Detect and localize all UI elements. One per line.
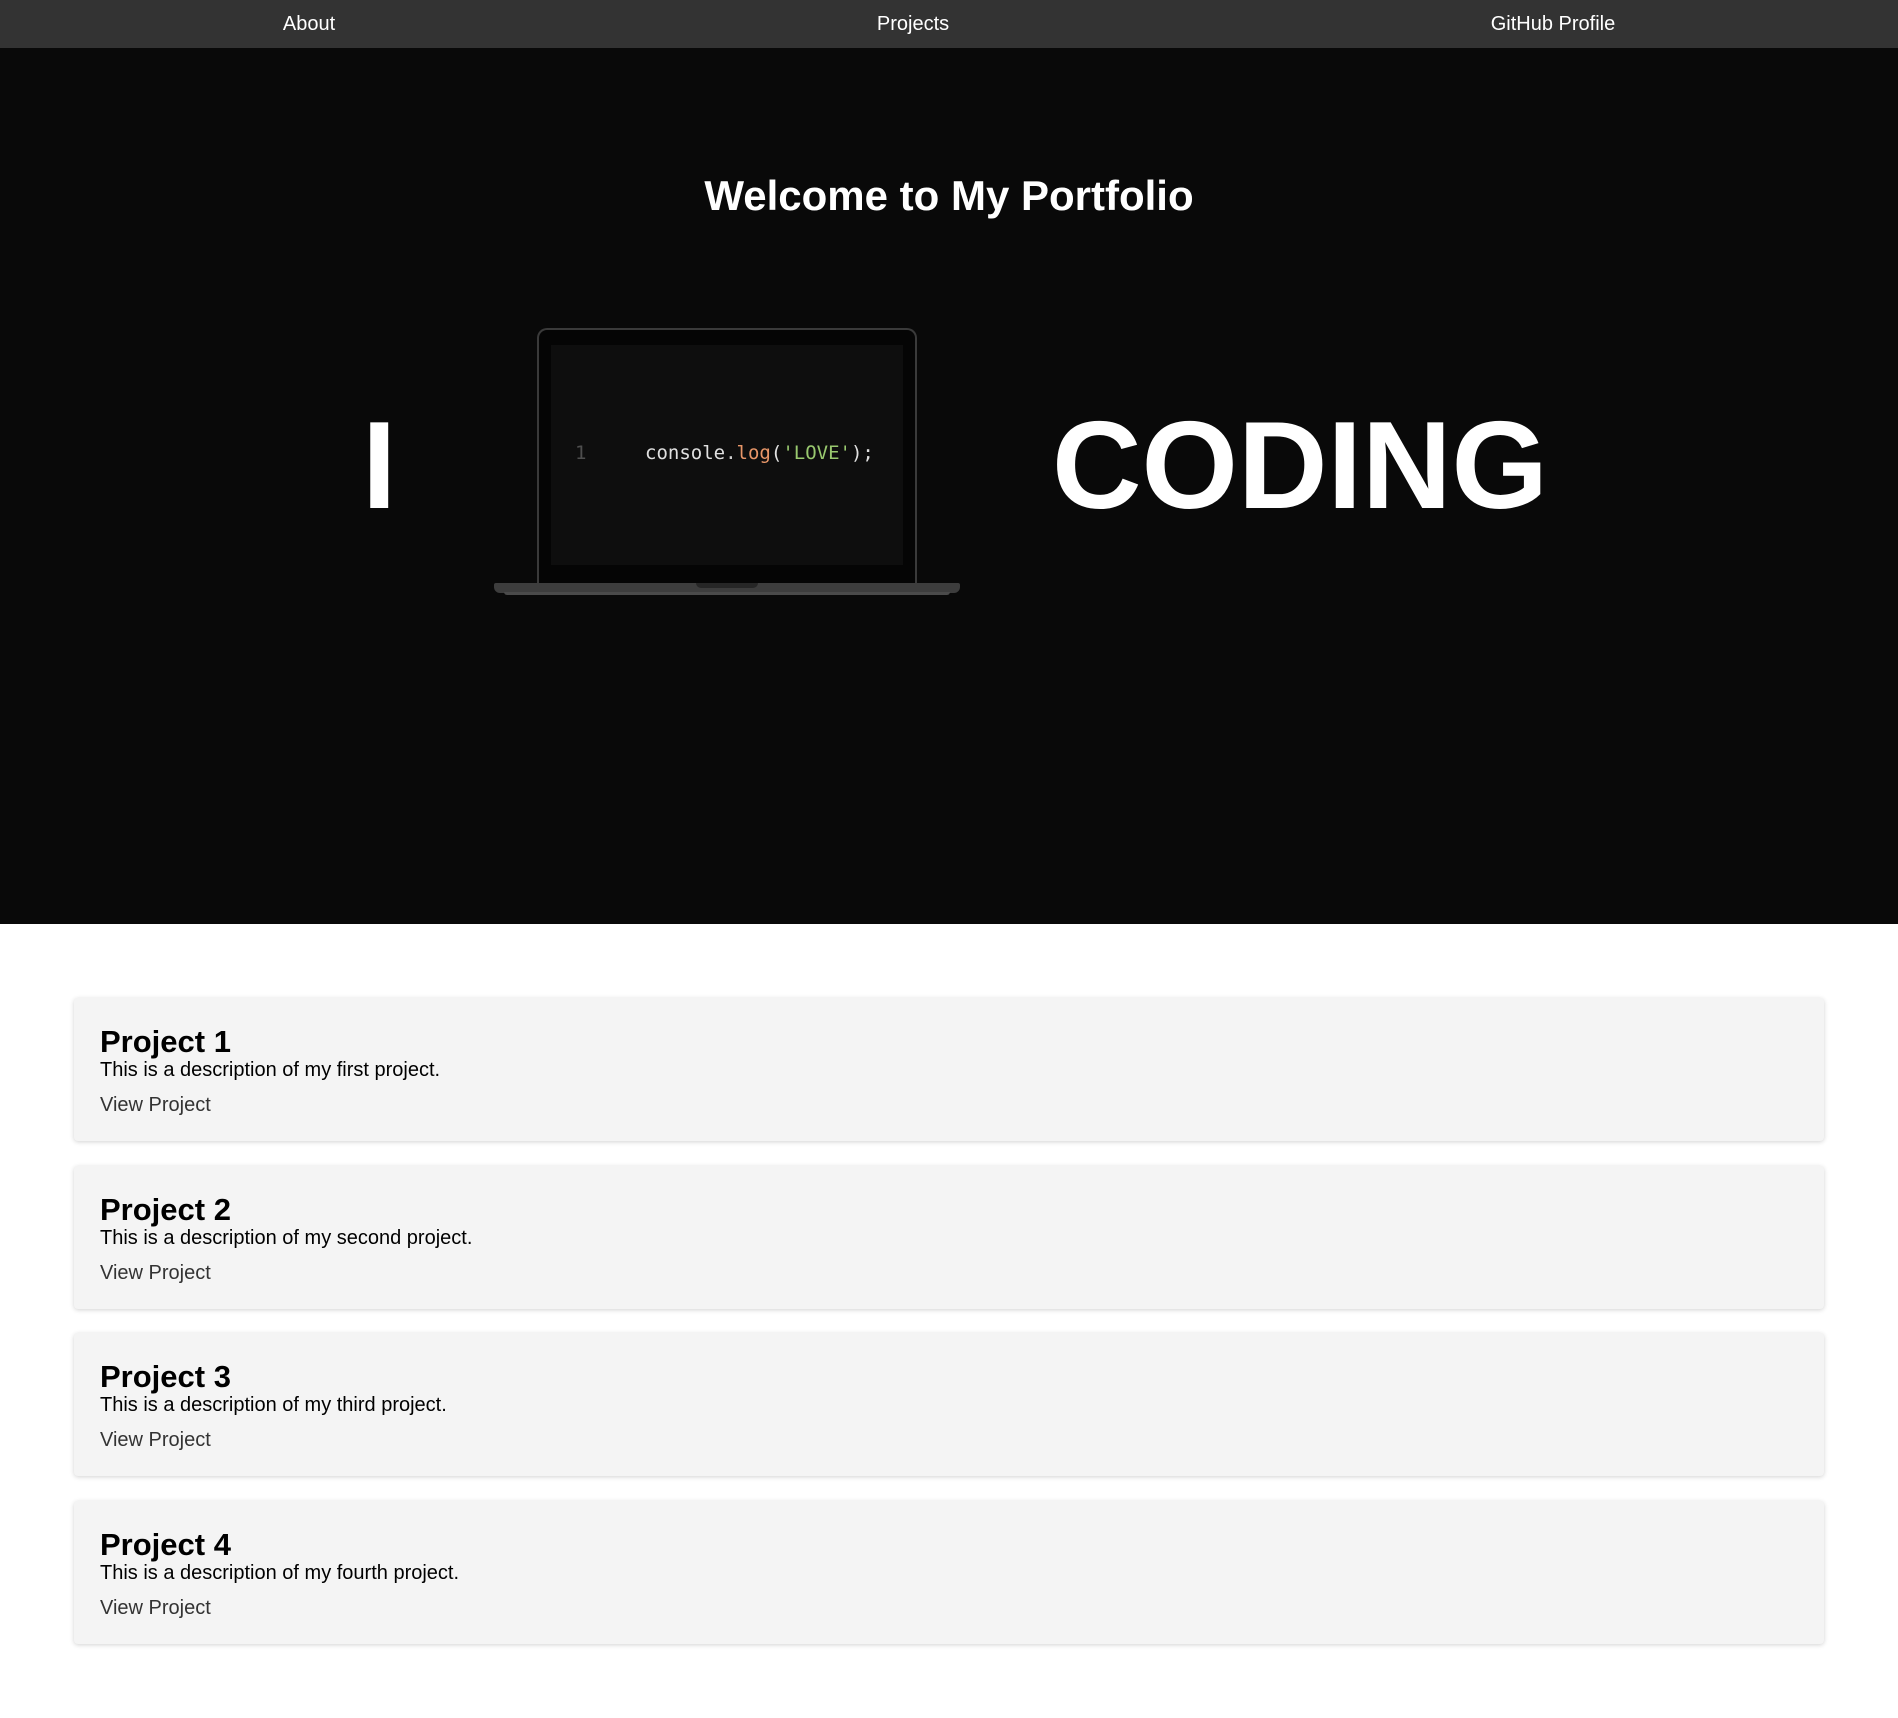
project-card: Project 4 This is a description of my fo…: [74, 1501, 1824, 1644]
project-description: This is a description of my second proje…: [100, 1227, 473, 1249]
hero-section: Welcome to My Portfolio: [0, 48, 1898, 924]
code-close: );: [850, 442, 874, 464]
code-snippet: console.log('LOVE');: [645, 441, 874, 465]
view-project-link[interactable]: View Project: [100, 1261, 211, 1285]
nav-link-github-profile[interactable]: GitHub Profile: [1491, 0, 1616, 48]
project-card: Project 2 This is a description of my se…: [74, 1166, 1824, 1309]
top-nav: About Projects GitHub Profile: [0, 0, 1898, 48]
code-dot: .: [725, 442, 737, 464]
nav-link-projects[interactable]: Projects: [877, 0, 949, 48]
project-title: Project 2: [100, 1192, 231, 1227]
laptop-notch: [696, 583, 758, 588]
hero-word-i: I: [362, 397, 397, 535]
code-method: log: [736, 442, 771, 464]
project-description: This is a description of my first projec…: [100, 1059, 441, 1081]
project-description: This is a description of my third projec…: [100, 1394, 447, 1416]
project-description: This is a description of my fourth proje…: [100, 1562, 460, 1584]
project-card: Project 1 This is a description of my fi…: [74, 998, 1824, 1141]
project-title: Project 1: [100, 1024, 231, 1059]
code-line: 1 console.log('LOVE');: [551, 441, 903, 465]
line-number: 1: [575, 442, 587, 464]
code-string: 'LOVE': [782, 442, 851, 464]
view-project-link[interactable]: View Project: [100, 1093, 211, 1117]
view-project-link[interactable]: View Project: [100, 1428, 211, 1452]
project-title: Project 3: [100, 1359, 231, 1394]
nav-link-about[interactable]: About: [283, 0, 335, 48]
project-card: Project 3 This is a description of my th…: [74, 1333, 1824, 1476]
hero-word-coding: CODING: [1052, 397, 1548, 535]
project-title: Project 4: [100, 1527, 231, 1562]
laptop-screen: 1 console.log('LOVE');: [551, 345, 903, 565]
code-object: console: [645, 442, 726, 464]
code-open-paren: (: [770, 442, 783, 464]
laptop-illustration: 1 console.log('LOVE');: [537, 328, 917, 586]
laptop-foot: [504, 592, 950, 595]
view-project-link[interactable]: View Project: [100, 1596, 211, 1620]
hero-title: Welcome to My Portfolio: [704, 172, 1194, 219]
